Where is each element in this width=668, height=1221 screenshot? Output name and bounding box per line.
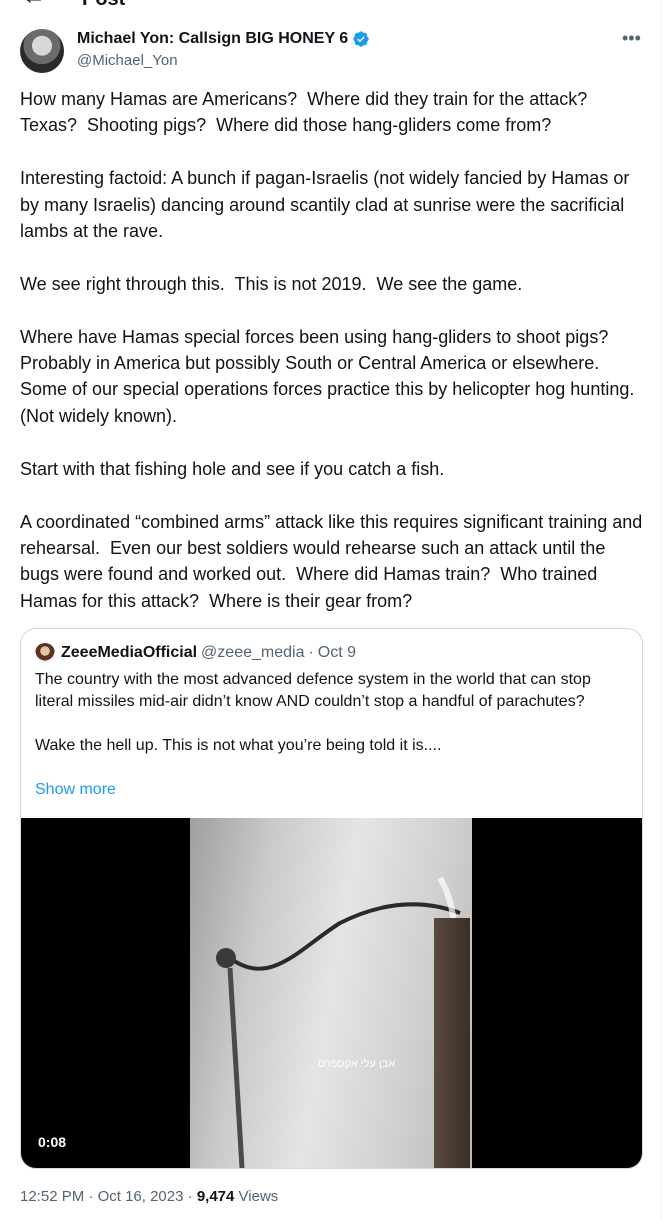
views-count[interactable]: 9,474 xyxy=(197,1188,235,1205)
post-footer: 12:52 PM · Oct 16, 2023 · 9,474 Views xyxy=(20,1187,278,1207)
quoted-post[interactable]: ZeeeMediaOfficial @zeee_media · Oct 9 Th… xyxy=(20,628,643,1169)
author-handle[interactable]: @Michael_Yon xyxy=(77,51,370,71)
author-block: Michael Yon: Callsign BIG HONEY 6 @Micha… xyxy=(77,29,370,71)
video-wooden-post xyxy=(434,918,470,1168)
views-label: Views xyxy=(238,1188,279,1205)
quoted-author-handle[interactable]: @zeee_media xyxy=(201,643,304,663)
footer-separator: · xyxy=(88,1188,94,1205)
post-text: How many Hamas are Americans? Where did … xyxy=(20,89,643,611)
quoted-post-header: ZeeeMediaOfficial @zeee_media · Oct 9 xyxy=(35,643,356,663)
author-name[interactable]: Michael Yon: Callsign BIG HONEY 6 xyxy=(77,29,348,49)
page-title: Post xyxy=(82,0,125,11)
video-player[interactable]: אבן עלי אקספרס 0:08 xyxy=(21,818,642,1168)
more-horizontal-icon[interactable]: ••• xyxy=(622,28,641,49)
video-thumbnail: אבן עלי אקספרס xyxy=(190,818,472,1168)
quoted-post-text: The country with the most advanced defen… xyxy=(35,671,591,754)
video-caption: אבן עלי אקספרס xyxy=(318,1058,396,1070)
quoted-post-date[interactable]: Oct 9 xyxy=(318,643,356,663)
top-bar: ← Post xyxy=(0,0,661,14)
show-more-link[interactable]: Show more xyxy=(35,779,116,801)
footer-separator: · xyxy=(187,1188,193,1205)
author-avatar[interactable] xyxy=(20,29,64,73)
arrow-left-icon[interactable]: ← xyxy=(22,0,46,10)
quoted-author-name[interactable]: ZeeeMediaOfficial xyxy=(61,643,197,663)
post-time[interactable]: 12:52 PM xyxy=(20,1188,84,1205)
verified-badge-icon[interactable] xyxy=(352,30,370,48)
post-date[interactable]: Oct 16, 2023 xyxy=(98,1188,184,1205)
video-duration: 0:08 xyxy=(31,1130,74,1154)
post-page: ← Post Michael Yon: Callsign BIG HONEY 6… xyxy=(0,0,662,1221)
quoted-meta-separator: · xyxy=(308,644,314,661)
video-frame-art xyxy=(216,876,461,1168)
quoted-author-avatar[interactable] xyxy=(35,643,55,663)
